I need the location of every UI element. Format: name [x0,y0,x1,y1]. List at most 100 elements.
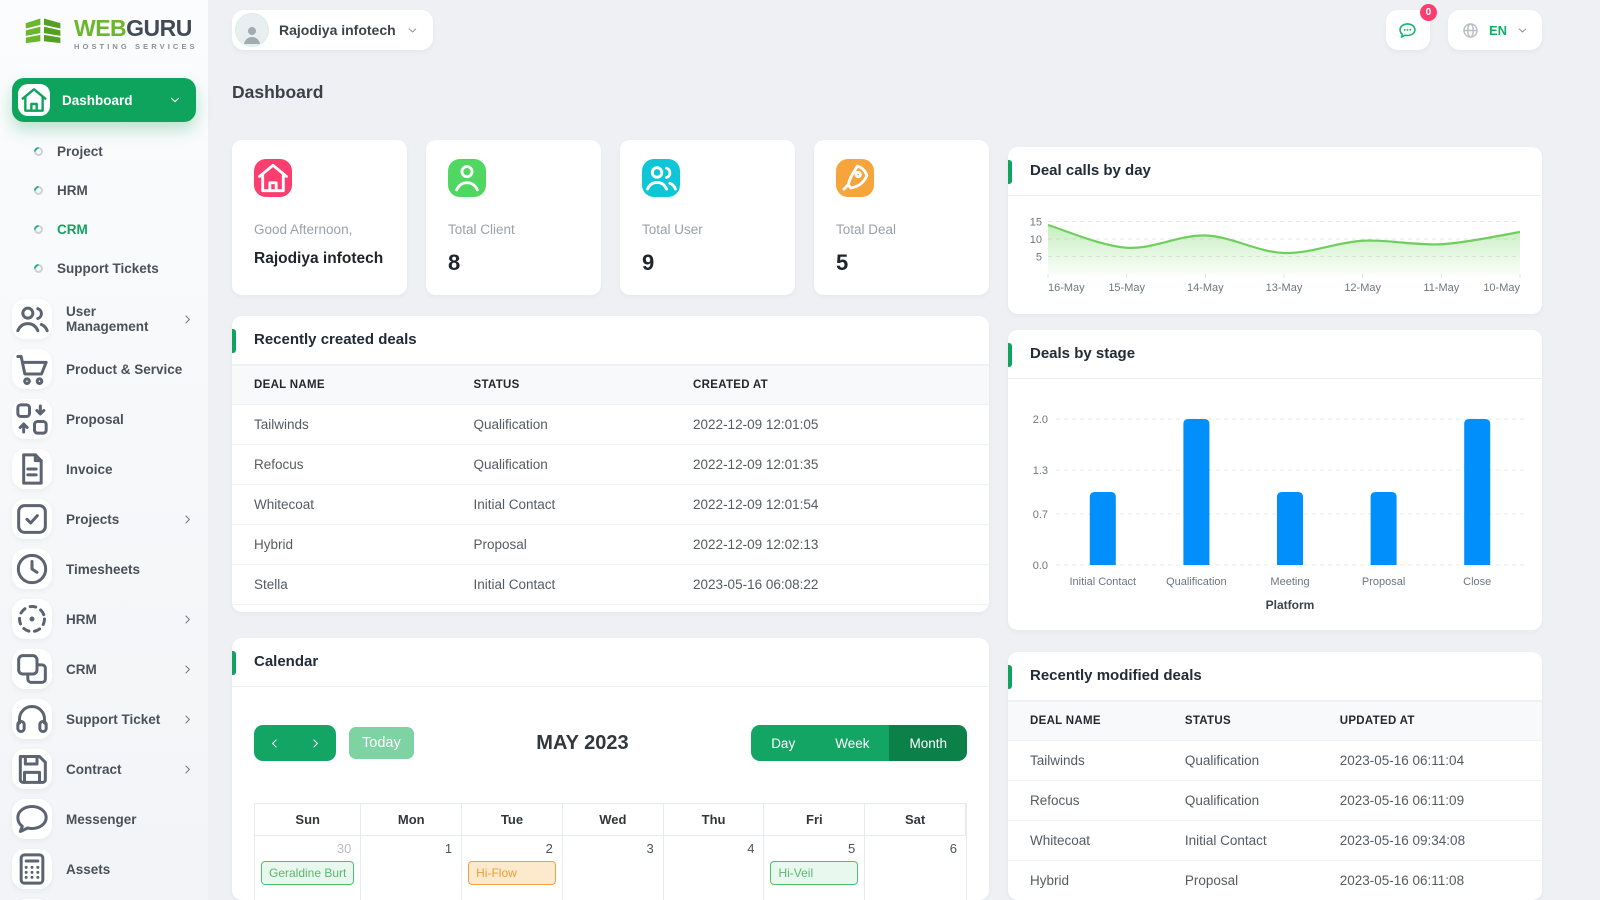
weekday-header: Tue [462,804,563,836]
boxes-icon [12,649,52,689]
stat-card-total-user: Total User 9 [620,140,795,295]
stat-value: 8 [448,250,461,275]
sidebar-item-assets[interactable]: Assets [0,844,208,894]
message-dots-icon [1397,20,1418,41]
calendar-today-button[interactable]: Today [349,727,414,759]
calendar-day-cell[interactable]: 3 [562,836,664,900]
sidebar-subitem-project[interactable]: Project [0,132,208,171]
sidebar-item-hrm[interactable]: HRM [0,594,208,644]
clock-icon [12,549,52,589]
svg-text:Close: Close [1463,576,1491,588]
card-title: Deals by stage [1030,345,1136,362]
table-cell: 2022-12-09 12:01:35 [671,444,989,485]
sidebar-item-notes[interactable]: Notes [0,894,208,900]
table-cell: Proposal [1162,860,1318,900]
sidebar-item-dashboard[interactable]: Dashboard [12,78,196,122]
svg-text:0.0: 0.0 [1033,560,1048,572]
left-column: Good Afternoon, Rajodiya infotech Total Cl… [232,140,989,900]
sidebar-item-contract[interactable]: Contract [0,744,208,794]
sidebar-menu: User Management Product & Service Proposal… [0,294,208,900]
page-title: Dashboard [232,82,324,102]
calendar-event[interactable]: Geraldine Burt [261,861,355,885]
sidebar-item-product-service[interactable]: Product & Service [0,344,208,394]
brand-logo-icon [25,18,61,44]
chevron-right-icon [181,713,194,726]
avatar [235,13,269,47]
table-cell: 2023-05-16 06:11:04 [1317,740,1542,781]
sidebar-subitem-crm[interactable]: CRM [0,210,208,249]
stat-card-good-afternoon-: Good Afternoon, Rajodiya infotech [232,140,407,295]
sidebar-item-support-ticket[interactable]: Support Ticket [0,694,208,744]
chevron-right-icon [309,737,322,750]
sidebar-subitem-support-tickets[interactable]: Support Tickets [0,249,208,288]
deals-by-stage-bar-chart: 2.0 1.3 0.7 0.0 Initial Contact Qualification… [1033,414,1524,612]
recently-modified-deals-card: Recently modified deals DEAL NAME STATUS U… [1008,652,1542,900]
topbar: Rajodiya infotech 0 EN [208,0,1600,50]
sidebar-item-messenger[interactable]: Messenger [0,794,208,844]
sidebar-item-timesheets[interactable]: Timesheets [0,544,208,594]
table-cell: 2022-12-09 12:02:13 [671,524,989,565]
table-cell: Hybrid [1008,860,1163,900]
swap-icon [12,399,52,439]
sidebar-item-invoice[interactable]: Invoice [0,444,208,494]
table-cell: Qualification [1162,740,1318,781]
calendar-next-button[interactable] [295,725,336,761]
messages-button[interactable]: 0 [1385,4,1437,50]
calendar-day-cell[interactable]: 1 [361,836,463,900]
workspace-selector[interactable]: Rajodiya infotech [232,10,433,50]
stat-card-total-client: Total Client 8 [426,140,601,295]
calendar-view-month[interactable]: Month [889,725,967,761]
calendar-view-week[interactable]: Week [815,725,890,761]
weekday-header: Fri [764,804,866,836]
sidebar-item-projects[interactable]: Projects [0,494,208,544]
rocket-icon [836,159,874,197]
card-title: Deal calls by day [1030,162,1151,179]
brand-name: WEBGURU [74,15,192,41]
sidebar: WEBGURU HOSTING SERVICES Dashboard Proje… [0,0,208,900]
language-selector[interactable]: EN [1447,10,1542,50]
svg-text:12-May: 12-May [1344,282,1381,294]
column-header: DEAL NAME [232,365,452,405]
calendar-event[interactable]: Hi-Flow [468,861,556,885]
stat-value: 9 [642,250,655,275]
table-cell: Whitecoat [232,484,452,525]
brand-logo[interactable]: WEBGURU HOSTING SERVICES [0,0,208,54]
sidebar-item-user-management[interactable]: User Management [0,294,208,344]
table-cell: Tailwinds [1008,740,1163,781]
globe-icon [1461,21,1480,40]
headset-icon [12,699,52,739]
calendar-day-cell[interactable]: 30 Geraldine Burt [255,836,362,900]
sidebar-item-crm[interactable]: CRM [0,644,208,694]
main-area: Rajodiya infotech 0 EN Dashboard Good Af… [208,0,1600,900]
stat-value: Rajodiya infotech [254,250,384,267]
sidebar-item-proposal[interactable]: Proposal [0,394,208,444]
column-header: STATUS [1162,701,1318,741]
calendar-view-day[interactable]: Day [751,725,816,761]
table-cell: 2023-05-16 06:11:09 [1317,780,1542,821]
sidebar-subitem-hrm[interactable]: HRM [0,171,208,210]
table-row: Whitecoat Initial Contact 2023-05-16 09:34… [1008,820,1542,861]
calendar-event[interactable]: Hi-Veil [770,861,859,885]
calendar-prev-button[interactable] [254,725,295,761]
table-cell: Initial Contact [451,484,672,525]
svg-text:1.3: 1.3 [1033,465,1048,477]
table-cell: Qualification [451,444,672,485]
table-row: Tailwinds Qualification 2022-12-09 12:01:0… [232,404,989,445]
table-row: Stella Initial Contact 2023-05-16 06:08:22 [232,564,989,605]
day-number: 6 [949,841,957,856]
svg-text:13-May: 13-May [1266,282,1303,294]
svg-text:16-May: 16-May [1048,282,1085,294]
weekday-header: Sat [865,804,966,836]
calendar-day-cell[interactable]: 5 Hi-Veil [764,836,866,900]
weekday-header: Thu [663,804,765,836]
chevron-right-icon [181,513,194,526]
deal-calls-line-chart: 15 10 5 16-May 15-May 14-May 13-May 12-May 11-Ma… [1030,217,1521,294]
table-cell: Initial Contact [451,564,672,605]
home-icon [18,84,50,116]
table-cell: Proposal [451,524,672,565]
calendar-day-cell[interactable]: 4 [663,836,765,900]
user-icon [448,159,486,197]
calendar-day-cell[interactable]: 6 [865,836,966,900]
table-cell: 2022-12-09 12:01:54 [671,484,989,525]
calendar-day-cell[interactable]: 2 Hi-Flow [462,836,563,900]
